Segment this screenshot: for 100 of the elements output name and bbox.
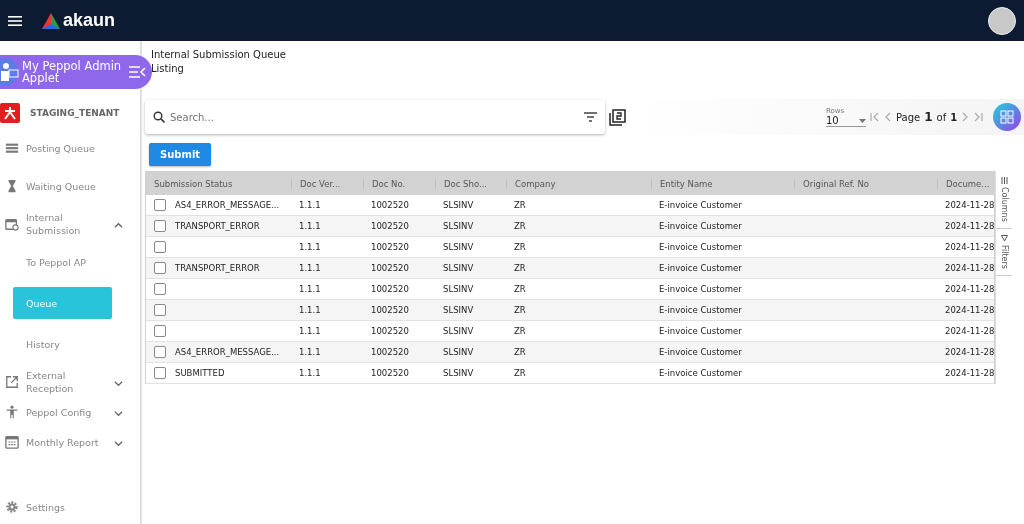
- column-header[interactable]: Doc Ver...: [291, 178, 363, 189]
- nav-item[interactable]: Monthly Report: [26, 435, 114, 449]
- nav-item[interactable]: Waiting Queue: [26, 179, 114, 193]
- applet-title: My Peppol Admin Applet: [22, 60, 123, 84]
- table-cell: 1002520: [371, 368, 409, 378]
- table-cell: SLSINV: [443, 221, 474, 231]
- table-cell: E-invoice Customer: [659, 242, 742, 252]
- previous-page-icon[interactable]: [884, 112, 892, 122]
- row-checkbox[interactable]: [154, 283, 166, 295]
- table-cell: E-invoice Customer: [659, 305, 742, 315]
- table-cell: E-invoice Customer: [659, 326, 742, 336]
- column-header[interactable]: Submission Status: [146, 178, 291, 189]
- settings-icon[interactable]: [5, 500, 19, 514]
- chevron-down-icon[interactable]: [114, 438, 123, 448]
- tenant-name: STAGING_TENANT: [30, 108, 120, 118]
- row-checkbox[interactable]: [154, 241, 166, 253]
- table-cell: 1002520: [371, 284, 409, 294]
- applet-icon: [0, 58, 22, 86]
- table-cell: SLSINV: [443, 284, 474, 294]
- table-cell: 2024-11-28: [945, 305, 995, 315]
- filter-icon: [1000, 234, 1008, 242]
- stacked-pages-icon[interactable]: [609, 108, 626, 126]
- column-header[interactable]: Entity Name: [651, 178, 794, 189]
- column-header[interactable]: Company: [506, 178, 651, 189]
- collapse-menu-icon[interactable]: [128, 65, 146, 79]
- nav-subitem[interactable]: History: [0, 331, 140, 357]
- page-title: Internal Submission Queue Listing: [151, 48, 287, 76]
- table-cell: TRANSPORT_ERROR: [175, 263, 260, 273]
- calendar-refresh-icon: [5, 217, 19, 231]
- table-cell: SLSINV: [443, 326, 474, 336]
- search-field[interactable]: Search...: [168, 110, 581, 124]
- external-link-icon: [5, 375, 19, 389]
- nav-subitem[interactable]: To Peppol AP: [0, 249, 140, 275]
- table-cell: SLSINV: [443, 305, 474, 315]
- total-pages: 1: [950, 111, 958, 123]
- table-cell: 1.1.1: [299, 200, 321, 210]
- column-header[interactable]: Doc No.: [363, 178, 435, 189]
- table-cell: SLSINV: [443, 263, 474, 273]
- grid-icon: [1000, 110, 1015, 124]
- table-cell: E-invoice Customer: [659, 200, 742, 210]
- person-icon: [5, 405, 19, 419]
- column-header[interactable]: Doc Sho...: [435, 178, 506, 189]
- chevron-up-icon[interactable]: [114, 220, 123, 230]
- nav-item[interactable]: Posting Queue: [26, 141, 114, 155]
- table-cell: 2024-11-28: [945, 347, 995, 357]
- table-cell: ZR: [514, 368, 526, 378]
- avatar[interactable]: [988, 6, 1016, 35]
- next-page-icon[interactable]: [961, 112, 970, 122]
- table-cell: E-invoice Customer: [659, 347, 742, 357]
- page-number: 1: [924, 110, 933, 124]
- table-cell: 1002520: [371, 263, 409, 273]
- table-cell: 1.1.1: [299, 284, 321, 294]
- table-cell: ZR: [514, 305, 526, 315]
- submit-button[interactable]: Submit: [149, 143, 212, 166]
- table-cell: 2024-11-28: [945, 326, 995, 336]
- nav-item[interactable]: Internal Submission: [26, 211, 114, 237]
- table-cell: 1002520: [371, 221, 409, 231]
- column-header[interactable]: Docume...: [937, 178, 994, 189]
- row-checkbox[interactable]: [154, 262, 166, 274]
- table-cell: AS4_ERROR_MESSAGE...: [175, 200, 280, 210]
- table-cell: 1.1.1: [299, 368, 321, 378]
- row-checkbox[interactable]: [154, 199, 166, 211]
- triangle-logo-icon: [42, 12, 60, 29]
- table-cell: 2024-11-28: [945, 200, 995, 210]
- nav-item[interactable]: Peppol Config: [26, 405, 114, 419]
- apps-grid-button[interactable]: [993, 103, 1022, 131]
- table-cell: ZR: [514, 200, 526, 210]
- table-cell: 1.1.1: [299, 347, 321, 357]
- row-checkbox[interactable]: [154, 367, 166, 379]
- chevron-down-icon[interactable]: [114, 378, 123, 388]
- nav-item[interactable]: External Reception: [26, 369, 114, 395]
- menu-icon[interactable]: [8, 14, 22, 27]
- table-cell: ZR: [514, 347, 526, 357]
- list-icon: [5, 141, 19, 155]
- row-checkbox[interactable]: [154, 304, 166, 316]
- table-cell: 2024-11-28: [945, 263, 995, 273]
- column-header[interactable]: Original Ref. No: [794, 178, 937, 189]
- rows-select[interactable]: 10: [826, 115, 866, 127]
- filter-icon[interactable]: [584, 112, 597, 122]
- table-cell: ZR: [514, 326, 526, 336]
- chevron-down-icon[interactable]: [114, 408, 123, 418]
- row-checkbox[interactable]: [154, 325, 166, 337]
- table-cell: 1.1.1: [299, 263, 321, 273]
- row-checkbox[interactable]: [154, 220, 166, 232]
- calendar-icon: [5, 435, 19, 449]
- dropdown-caret-icon: [859, 118, 866, 123]
- table-cell: ZR: [514, 242, 526, 252]
- table-cell: 1.1.1: [299, 221, 321, 231]
- logo-text: akaun: [63, 10, 116, 31]
- table-cell: ZR: [514, 221, 526, 231]
- table-cell: TRANSPORT_ERROR: [175, 221, 260, 231]
- row-checkbox[interactable]: [154, 346, 166, 358]
- settings-link[interactable]: Settings: [26, 500, 114, 514]
- table-cell: 2024-11-28: [945, 284, 995, 294]
- last-page-icon[interactable]: [973, 112, 984, 122]
- table-cell: 1002520: [371, 242, 409, 252]
- first-page-icon[interactable]: [870, 112, 880, 122]
- search-icon: [153, 111, 165, 123]
- table-cell: E-invoice Customer: [659, 221, 742, 231]
- table-cell: E-invoice Customer: [659, 368, 742, 378]
